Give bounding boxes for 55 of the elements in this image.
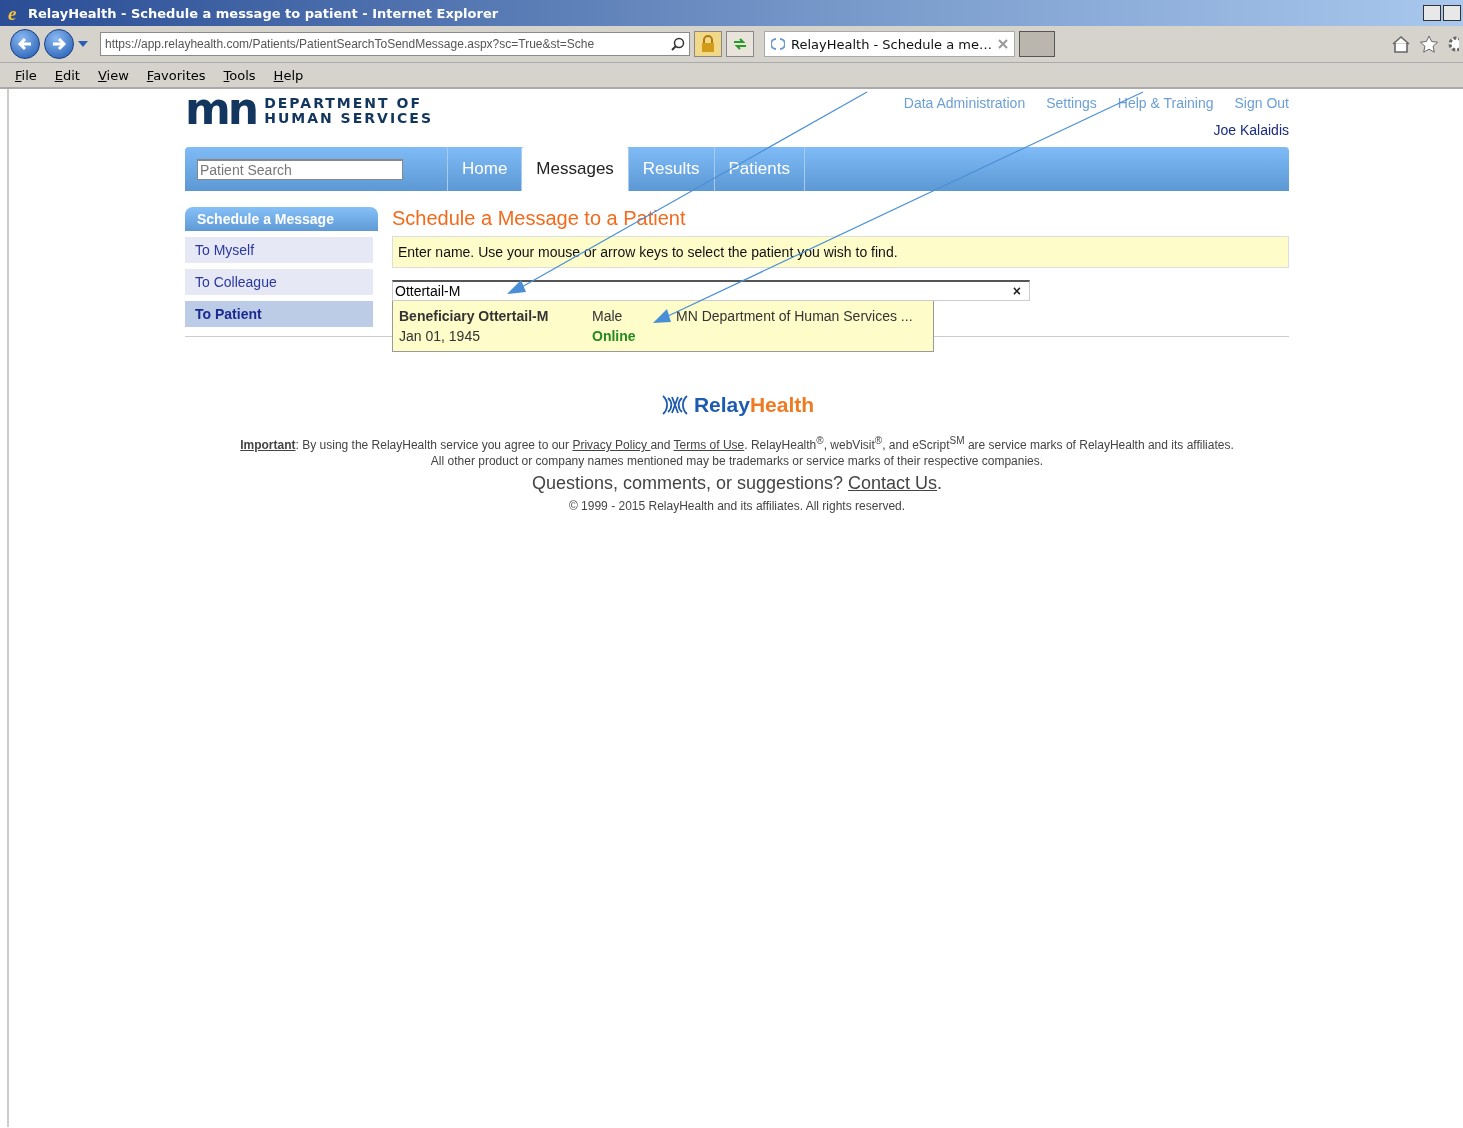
organization-text: MN Department of Human Services ... (676, 308, 914, 324)
important-link[interactable]: Important (240, 438, 296, 452)
menu-item[interactable]: Edit (54, 67, 80, 83)
contact-link[interactable]: Contact Us (848, 473, 938, 493)
new-tab-button[interactable] (1019, 31, 1055, 57)
star-icon[interactable] (1419, 35, 1439, 53)
patient-search-field[interactable]: Patient Search (197, 158, 403, 180)
dropdown-icon[interactable] (78, 40, 88, 48)
menu-item[interactable]: Favorites (146, 67, 206, 83)
menu-item[interactable]: View (97, 67, 129, 83)
user-name: Joe Kalaidis (1213, 122, 1289, 138)
forward-arrow-icon (51, 37, 67, 51)
sidebar-header: Schedule a Message (185, 207, 378, 231)
home-icon[interactable] (1391, 35, 1411, 53)
patient-name-field[interactable]: Ottertail-M × (392, 280, 1030, 301)
feedback-text: Questions, comments, or suggestions? (531, 473, 844, 493)
minimize-button[interactable] (1423, 5, 1441, 21)
close-icon[interactable] (998, 39, 1008, 49)
clear-button[interactable]: × (1004, 283, 1029, 299)
security-button[interactable] (694, 31, 722, 57)
logo-mark: mn (185, 94, 257, 128)
logo-text: DEPARTMENT OF (264, 96, 423, 111)
browser-logo: e (8, 3, 18, 23)
address-field[interactable]: https://app.relayhealth.com/Patients/PatientSearchToSendMessage.aspx?sc=True&st=Sche (100, 32, 690, 56)
instruction-text: Enter name. Use your mouse or arrow keys to select the patient you wish to find. (392, 236, 1289, 268)
gender-text: Male (592, 308, 624, 324)
result-item[interactable]: Beneficiary Ottertail-M Male MN Department of Human Services ... Jan 01, 1945 Online (392, 301, 934, 352)
restore-button[interactable] (1443, 5, 1461, 21)
sidebar-item[interactable]: To Myself (185, 237, 373, 263)
patient-name: Beneficiary Ottertail-M (399, 308, 550, 324)
menu-item[interactable]: File (15, 67, 37, 83)
menu-item[interactable]: Help (273, 67, 304, 83)
logo-text: HUMAN SERVICES (264, 111, 433, 126)
punctuation-text: . (937, 473, 943, 493)
site-icon (771, 37, 785, 51)
browser-tab[interactable]: RelayHealth - Schedule a me… (764, 31, 1015, 57)
window-title: RelayHealth - Schedule a message to patient - Internet Explorer (28, 5, 499, 21)
sidebar-item[interactable]: To Patient (185, 301, 373, 327)
back-button[interactable] (10, 29, 40, 59)
legal-notice: Important: By using the RelayHealth service you agree to our Privacy Policy and Terms of Use. RelayHealth$^{®}$, webVisit$^{®}$, and eScript$^{SM}$ are service marks of RelayHealth and its affiliates. All other product or company names mentioned may be trademarks or service marks of their respective companies. (239, 434, 1235, 469)
search-icon[interactable] (671, 37, 685, 51)
refresh-icon (732, 37, 748, 51)
menu-item[interactable]: Tools (223, 67, 256, 83)
nav-tab[interactable]: Messages (522, 147, 629, 191)
refresh-button[interactable] (726, 31, 754, 57)
status-text: Online (592, 328, 637, 344)
birth-date: Jan 01, 1945 (399, 328, 481, 344)
policy-link[interactable]: Privacy Policy (572, 438, 651, 452)
lock-icon (701, 35, 715, 53)
settings-icon[interactable] (1447, 35, 1459, 53)
back-arrow-icon (17, 37, 33, 51)
copyright-text: © 1999 - 2015 RelayHealth and its affiliates. All rights reserved. (567, 499, 907, 513)
sidebar-item[interactable]: To Colleague (185, 269, 373, 295)
logo-text: RelayHealth (693, 393, 815, 417)
forward-button[interactable] (44, 29, 74, 59)
